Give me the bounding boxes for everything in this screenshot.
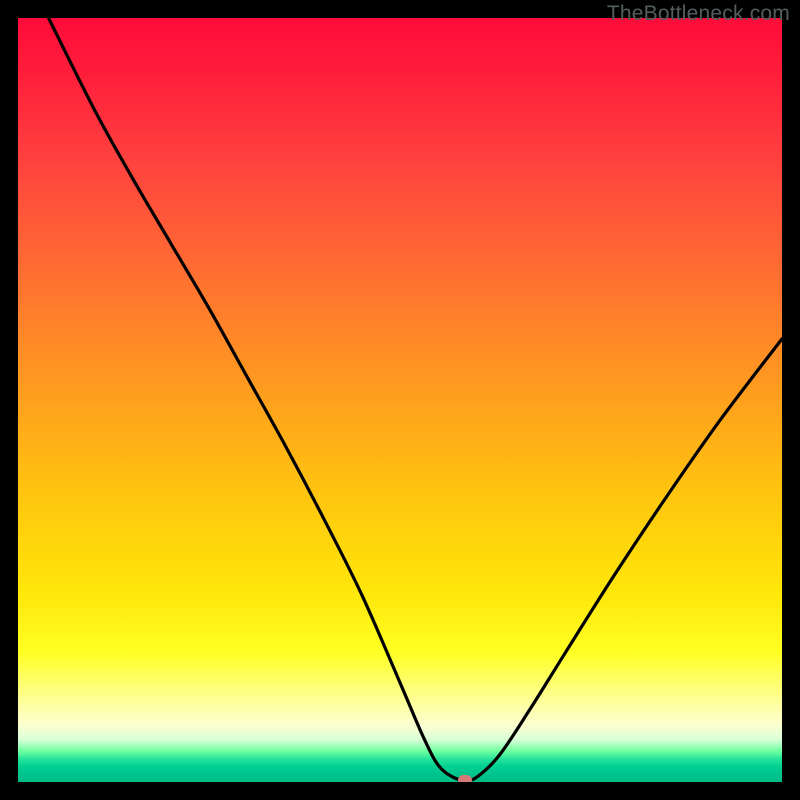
chart-frame: TheBottleneck.com [0,0,800,800]
plot-area [18,18,782,782]
bottleneck-curve [18,18,782,782]
watermark-text: TheBottleneck.com [607,2,790,26]
optimum-marker [458,775,472,782]
